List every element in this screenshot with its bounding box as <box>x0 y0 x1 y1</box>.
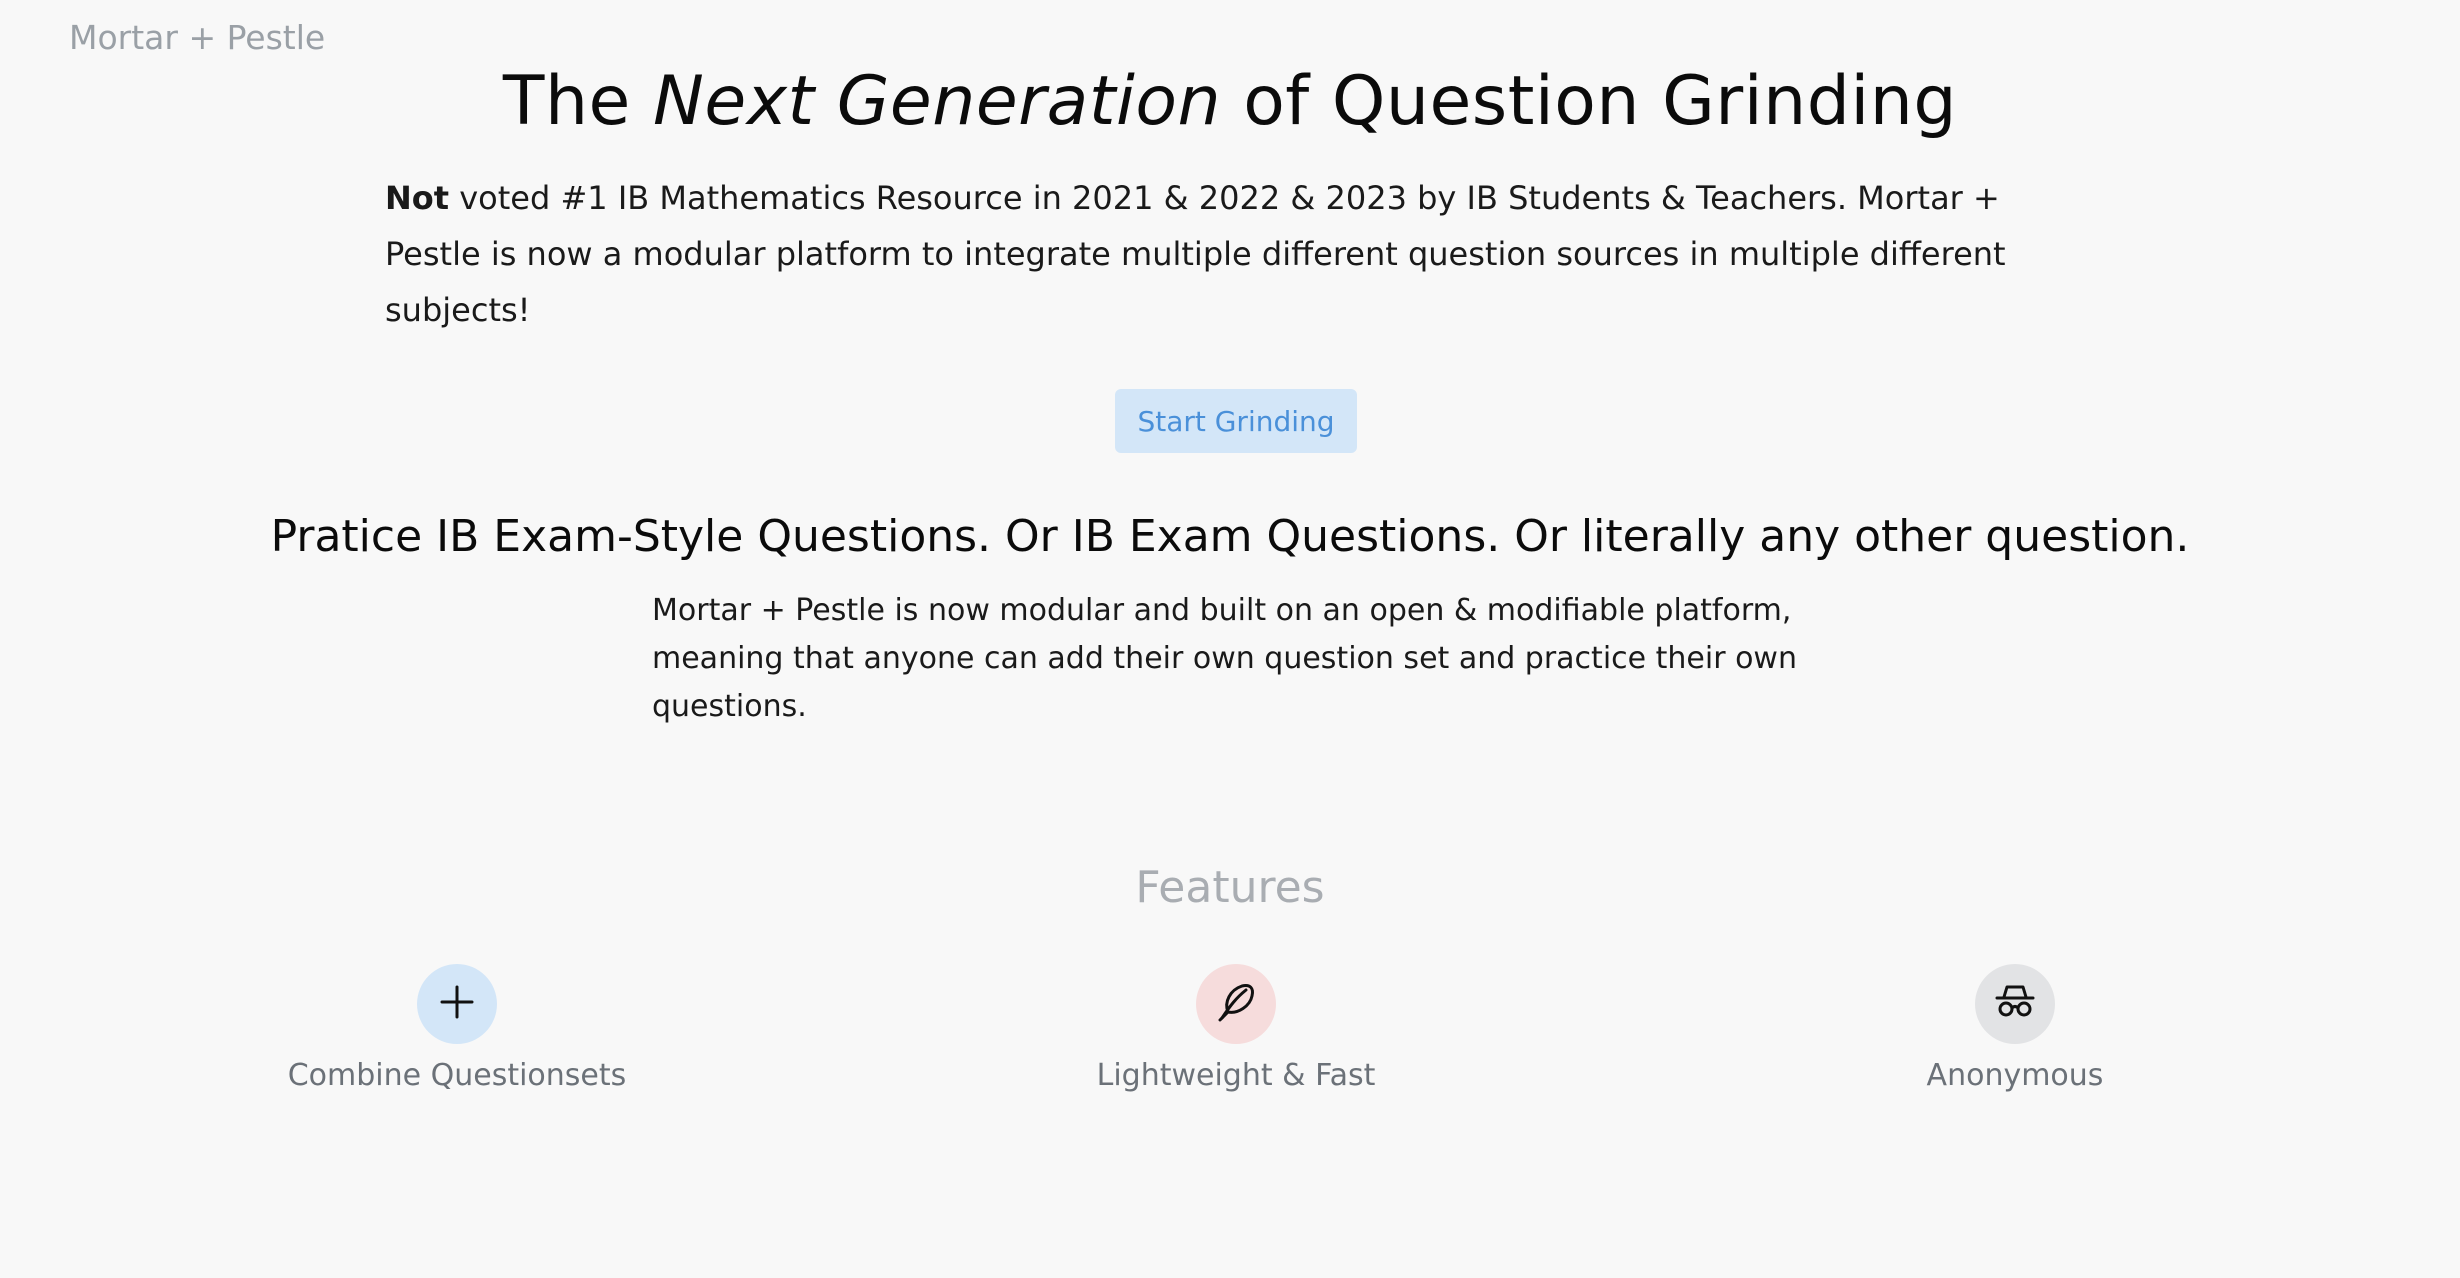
hero-title: The Next Generation of Question Grinding <box>0 62 2460 141</box>
hero-title-suffix: of Question Grinding <box>1221 62 1958 141</box>
feather-icon <box>1212 978 1260 1030</box>
feature-icon-circle <box>1975 964 2055 1044</box>
feature-label: Lightweight & Fast <box>1096 1058 1376 1093</box>
hero-description: Not voted #1 IB Mathematics Resource in … <box>385 170 2085 338</box>
features-heading: Features <box>1135 862 1325 913</box>
brand-logo-text[interactable]: Mortar + Pestle <box>69 18 325 57</box>
feature-label: Combine Questionsets <box>287 1058 627 1093</box>
feature-combine-questionsets: Combine Questionsets <box>207 964 707 1093</box>
feature-icon-circle <box>417 964 497 1044</box>
hero-title-emphasis: Next Generation <box>653 62 1222 141</box>
section-heading: Pratice IB Exam-Style Questions. Or IB E… <box>270 511 2190 562</box>
landing-page: Mortar + Pestle The Next Generation of Q… <box>0 0 2460 1278</box>
hero-description-rest: voted #1 IB Mathematics Resource in 2021… <box>385 179 2006 329</box>
section-description: Mortar + Pestle is now modular and built… <box>652 593 1797 724</box>
feature-label: Anonymous <box>1926 1058 2104 1093</box>
feature-icon-circle <box>1196 964 1276 1044</box>
start-grinding-button[interactable]: Start Grinding <box>1115 389 1357 453</box>
feature-anonymous: Anonymous <box>1765 964 2265 1093</box>
incognito-icon <box>1992 979 2038 1029</box>
hero-description-bold: Not <box>385 179 450 217</box>
hero-title-prefix: The <box>502 62 653 141</box>
feature-lightweight-fast: Lightweight & Fast <box>986 964 1486 1093</box>
plus-icon <box>437 982 477 1026</box>
